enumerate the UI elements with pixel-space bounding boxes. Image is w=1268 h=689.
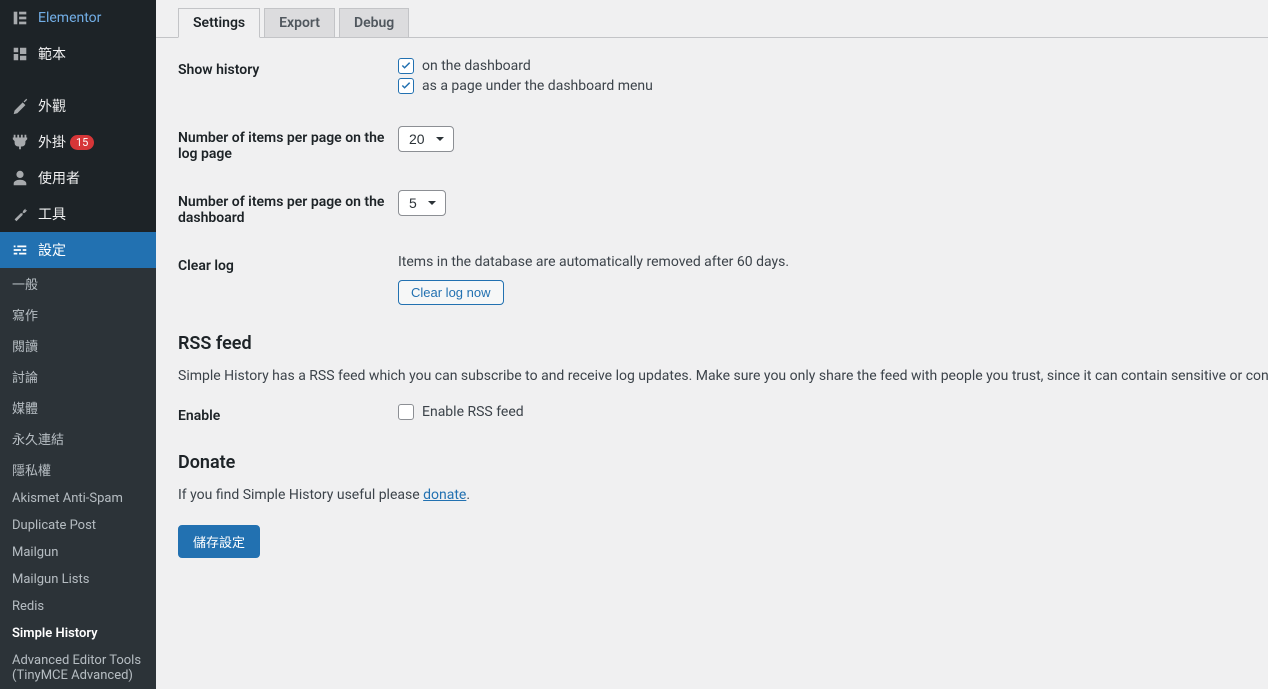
sidebar-item-users[interactable]: 使用者 <box>0 160 156 196</box>
submenu-item-media[interactable]: 媒體 <box>0 392 156 423</box>
show-as-page-checkbox[interactable] <box>398 78 414 94</box>
donate-link[interactable]: donate <box>423 487 466 503</box>
items-dashboard-select[interactable]: 5 <box>398 190 446 216</box>
submenu-item-akismet[interactable]: Akismet Anti-Spam <box>0 485 156 512</box>
elementor-icon <box>10 8 30 28</box>
submenu-item-discussion[interactable]: 討論 <box>0 361 156 392</box>
submenu-item-reading[interactable]: 閱讀 <box>0 330 156 361</box>
sidebar-item-settings[interactable]: 設定 <box>0 232 156 268</box>
sidebar-item-plugins[interactable]: 外掛 15 <box>0 124 156 160</box>
save-settings-button[interactable]: 儲存設定 <box>178 525 260 558</box>
submenu-item-mailgun-lists[interactable]: Mailgun Lists <box>0 566 156 593</box>
sidebar-item-elementor[interactable]: Elementor <box>0 0 156 36</box>
user-icon <box>10 168 30 188</box>
submenu-item-general[interactable]: 一般 <box>0 268 156 299</box>
submenu-item-tinymce-advanced[interactable]: Advanced Editor Tools (TinyMCE Advanced) <box>0 647 156 689</box>
settings-submenu: 一般 寫作 閱讀 討論 媒體 永久連結 隱私權 Akismet Anti-Spa… <box>0 268 156 689</box>
menu-label: 設定 <box>38 240 66 260</box>
menu-label: 範本 <box>38 44 66 64</box>
rss-feed-heading: RSS feed <box>156 333 1268 354</box>
submenu-item-permalinks[interactable]: 永久連結 <box>0 423 156 454</box>
items-dashboard-label: Number of items per page on the dashboar… <box>178 190 398 226</box>
submenu-item-mailgun[interactable]: Mailgun <box>0 539 156 566</box>
sidebar-item-appearance[interactable]: 外觀 <box>0 88 156 124</box>
checkbox-label: as a page under the dashboard menu <box>422 78 653 94</box>
checkbox-label: on the dashboard <box>422 58 531 74</box>
submenu-item-writing[interactable]: 寫作 <box>0 299 156 330</box>
enable-rss-checkbox[interactable] <box>398 404 414 420</box>
submenu-item-simple-history[interactable]: Simple History <box>0 620 156 647</box>
show-history-label: Show history <box>178 58 398 78</box>
update-badge: 15 <box>70 135 94 150</box>
show-on-dashboard-checkbox[interactable] <box>398 58 414 74</box>
enable-label: Enable <box>178 404 398 424</box>
clear-log-desc: Items in the database are automatically … <box>398 254 1268 270</box>
admin-sidebar: Elementor 範本 外觀 外掛 15 使用者 工具 設定 一般 <box>0 0 156 689</box>
menu-label: Elementor <box>38 10 101 26</box>
menu-label: 外掛 <box>38 132 66 152</box>
sliders-icon <box>10 240 30 260</box>
clear-log-label: Clear log <box>178 254 398 274</box>
plug-icon <box>10 132 30 152</box>
checkbox-label: Enable RSS feed <box>422 404 524 420</box>
tab-export[interactable]: Export <box>264 8 335 37</box>
tab-debug[interactable]: Debug <box>339 8 409 37</box>
menu-label: 外觀 <box>38 96 66 116</box>
templates-icon <box>10 44 30 64</box>
donate-text: If you find Simple History useful please… <box>156 487 1268 503</box>
items-log-label: Number of items per page on the log page <box>178 126 398 162</box>
settings-tabs: Settings Export Debug <box>156 0 1268 38</box>
menu-label: 使用者 <box>38 168 80 188</box>
main-content: Settings Export Debug Show history on th… <box>156 0 1268 689</box>
wrench-icon <box>10 204 30 224</box>
submenu-item-redis[interactable]: Redis <box>0 593 156 620</box>
clear-log-button[interactable]: Clear log now <box>398 280 504 305</box>
brush-icon <box>10 96 30 116</box>
rss-feed-desc: Simple History has a RSS feed which you … <box>156 368 1268 384</box>
menu-label: 工具 <box>38 204 66 224</box>
sidebar-item-templates[interactable]: 範本 <box>0 36 156 72</box>
sidebar-item-tools[interactable]: 工具 <box>0 196 156 232</box>
items-log-select[interactable]: 20 <box>398 126 454 152</box>
submenu-item-duplicate-post[interactable]: Duplicate Post <box>0 512 156 539</box>
tab-settings[interactable]: Settings <box>178 8 260 38</box>
donate-heading: Donate <box>156 452 1268 473</box>
submenu-item-privacy[interactable]: 隱私權 <box>0 454 156 485</box>
